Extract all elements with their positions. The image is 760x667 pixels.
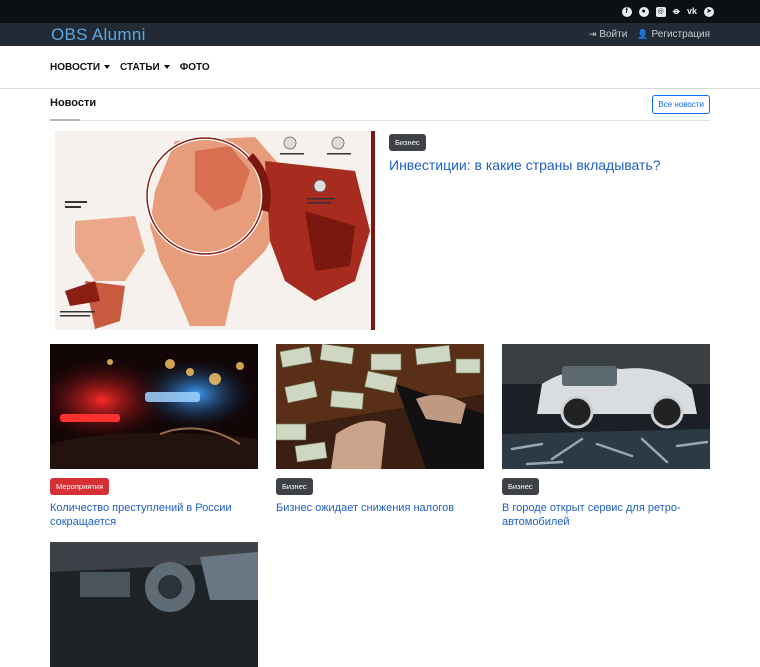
facebook-icon[interactable]: f — [621, 6, 632, 17]
card-title-link[interactable]: В городе открыт сервис для ретро-автомоб… — [502, 501, 710, 529]
card-image-money-desk[interactable] — [276, 344, 484, 469]
main-nav: НОВОСТИ СТАТЬИ ФОТО — [0, 46, 760, 89]
nav-articles-dropdown[interactable]: СТАТЬИ — [120, 62, 170, 73]
category-badge[interactable]: Бизнес — [502, 478, 539, 495]
all-news-button[interactable]: Все новости — [652, 95, 710, 114]
site-logo[interactable]: OBS Alumni — [51, 25, 146, 45]
category-badge[interactable]: Бизнес — [276, 478, 313, 495]
header: OBS Alumni ⇥ Войти 👤 Регистрация — [0, 23, 760, 46]
featured-image-world-risk-map[interactable] — [55, 131, 375, 330]
featured-title-link[interactable]: Инвестиции: в какие страны вкладывать? — [389, 157, 709, 173]
login-link[interactable]: ⇥ Войти — [589, 29, 628, 40]
nav-news-dropdown[interactable]: НОВОСТИ — [50, 61, 111, 73]
featured-category-badge[interactable]: Бизнес — [389, 132, 426, 151]
category-badge: Бизнес — [389, 134, 426, 151]
social-bar: f ● ◎ ꝋ vk ➤ — [0, 0, 760, 23]
section-title: Новости — [50, 97, 97, 109]
nav-news-label: НОВОСТИ — [50, 61, 101, 73]
card-badge-wrap: Мероприятия — [50, 476, 258, 495]
news-card: Мероприятия Количество преступлений в Ро… — [50, 344, 258, 529]
card-badge-wrap: Бизнес — [502, 476, 710, 495]
card-image-retro-car-garage[interactable] — [502, 344, 710, 469]
section-title-underline — [50, 119, 80, 121]
card-badge-wrap: Бизнес — [276, 476, 484, 495]
register-link[interactable]: 👤 Регистрация — [637, 29, 710, 40]
github-icon[interactable]: ● — [638, 6, 649, 17]
vk-icon[interactable]: vk — [687, 7, 697, 17]
caret-down-icon — [163, 65, 170, 69]
telegram-icon[interactable]: ➤ — [704, 6, 714, 17]
login-label: Войти — [599, 29, 628, 40]
nav-photo-label: ФОТО — [179, 61, 210, 73]
news-card — [50, 542, 258, 667]
nav-photo-link[interactable]: ФОТО — [180, 62, 210, 73]
nav-articles-label: СТАТЬИ — [120, 61, 160, 73]
register-label: Регистрация — [651, 29, 710, 40]
news-section-header: Новости Все новости — [50, 95, 710, 121]
card-title-link[interactable]: Бизнес ожидает снижения налогов — [276, 501, 484, 515]
instagram-icon[interactable]: ◎ — [655, 6, 666, 17]
card-image-machinery[interactable] — [50, 542, 258, 667]
sign-in-icon: ⇥ — [588, 29, 597, 39]
card-title-link[interactable]: Количество преступлений в России сокраща… — [50, 501, 258, 529]
category-badge[interactable]: Мероприятия — [50, 478, 110, 495]
auth-links: ⇥ Войти 👤 Регистрация — [589, 29, 710, 40]
news-card: Бизнес Бизнес ожидает снижения налогов — [276, 344, 484, 515]
user-plus-icon: 👤 — [637, 29, 649, 39]
caret-down-icon — [104, 65, 111, 69]
news-card: Бизнес В городе открыт сервис для ретро-… — [502, 344, 710, 529]
odnoklassniki-icon[interactable]: ꝋ — [673, 7, 680, 17]
card-image-police-lights[interactable] — [50, 344, 258, 469]
